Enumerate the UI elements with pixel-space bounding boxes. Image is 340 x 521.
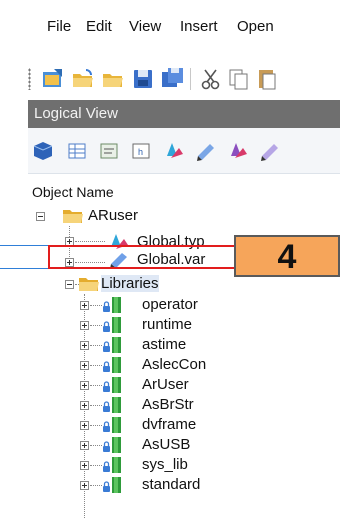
save-all-icon[interactable] bbox=[160, 66, 186, 92]
menu-open[interactable]: Open bbox=[237, 18, 274, 35]
library-item-icon bbox=[103, 357, 121, 373]
library-item-icon bbox=[103, 417, 121, 433]
library-node[interactable]: operator bbox=[142, 296, 198, 313]
library-item-icon bbox=[103, 297, 121, 313]
library-expand-toggle[interactable] bbox=[80, 481, 89, 490]
library-node[interactable]: AsBrStr bbox=[142, 396, 194, 413]
package-icon[interactable] bbox=[32, 140, 54, 162]
open-folder-icon[interactable] bbox=[40, 66, 66, 92]
root-collapse-toggle[interactable] bbox=[36, 212, 45, 221]
libraries-collapse-toggle[interactable] bbox=[65, 280, 74, 289]
library-expand-toggle[interactable] bbox=[80, 341, 89, 350]
library-expand-toggle[interactable] bbox=[80, 301, 89, 310]
copy-icon[interactable] bbox=[226, 66, 252, 92]
cut-icon[interactable] bbox=[198, 66, 224, 92]
library-expand-toggle[interactable] bbox=[80, 401, 89, 410]
open-icon[interactable] bbox=[70, 66, 96, 92]
step-callout: 4 bbox=[234, 235, 340, 277]
library-node[interactable]: dvframe bbox=[142, 416, 196, 433]
menu-bar: File Edit View Insert Open bbox=[0, 0, 340, 60]
library-item-icon bbox=[103, 317, 121, 333]
library-expand-toggle[interactable] bbox=[80, 461, 89, 470]
column-header-object-name[interactable]: Object Name bbox=[32, 184, 114, 200]
library-node[interactable]: sys_lib bbox=[142, 456, 188, 473]
open-project-icon[interactable] bbox=[100, 66, 126, 92]
menu-view[interactable]: View bbox=[129, 18, 161, 35]
main-toolbar bbox=[0, 60, 340, 100]
library-icon[interactable] bbox=[226, 140, 248, 162]
annotation-line bbox=[0, 245, 50, 246]
library-expand-toggle[interactable] bbox=[80, 421, 89, 430]
table-icon[interactable] bbox=[66, 140, 88, 162]
step-number: 4 bbox=[277, 238, 297, 276]
library-item-icon bbox=[103, 477, 121, 493]
library-node[interactable]: AslecCon bbox=[142, 356, 206, 373]
svg-text:h: h bbox=[138, 147, 143, 157]
library-node[interactable]: AsUSB bbox=[142, 436, 190, 453]
folder-icon bbox=[79, 278, 99, 291]
library-node[interactable]: standard bbox=[142, 476, 200, 493]
library-item-icon bbox=[103, 437, 121, 453]
edit-icon[interactable] bbox=[258, 140, 280, 162]
library-item-icon bbox=[103, 457, 121, 473]
folder-icon bbox=[63, 210, 83, 223]
menu-file[interactable]: File bbox=[47, 18, 71, 35]
library-node[interactable]: ArUser bbox=[142, 376, 189, 393]
save-icon[interactable] bbox=[130, 66, 156, 92]
library-node[interactable]: astime bbox=[142, 336, 186, 353]
logical-view-title: Logical View bbox=[28, 100, 340, 128]
menu-edit[interactable]: Edit bbox=[86, 18, 112, 35]
library-item-icon bbox=[103, 337, 121, 353]
tree-node-libraries[interactable]: Libraries bbox=[101, 275, 159, 292]
library-node[interactable]: runtime bbox=[142, 316, 192, 333]
paste-icon[interactable] bbox=[254, 66, 280, 92]
variable-type-icon[interactable] bbox=[162, 140, 184, 162]
library-expand-toggle[interactable] bbox=[80, 441, 89, 450]
library-item-icon bbox=[103, 397, 121, 413]
library-expand-toggle[interactable] bbox=[80, 381, 89, 390]
logical-view-toolbar: h bbox=[28, 128, 340, 174]
library-item-icon bbox=[103, 377, 121, 393]
annotation-line bbox=[0, 268, 50, 269]
variable-icon[interactable] bbox=[194, 140, 216, 162]
header-icon[interactable]: h bbox=[130, 140, 152, 162]
menu-insert[interactable]: Insert bbox=[180, 18, 218, 35]
toolbar-separator bbox=[190, 68, 191, 90]
toolbar-grip[interactable] bbox=[28, 68, 31, 90]
text-icon[interactable] bbox=[98, 140, 120, 162]
library-expand-toggle[interactable] bbox=[80, 321, 89, 330]
library-expand-toggle[interactable] bbox=[80, 361, 89, 370]
tree-node-aruser[interactable]: ARuser bbox=[88, 207, 138, 224]
tree-guide bbox=[75, 241, 105, 242]
